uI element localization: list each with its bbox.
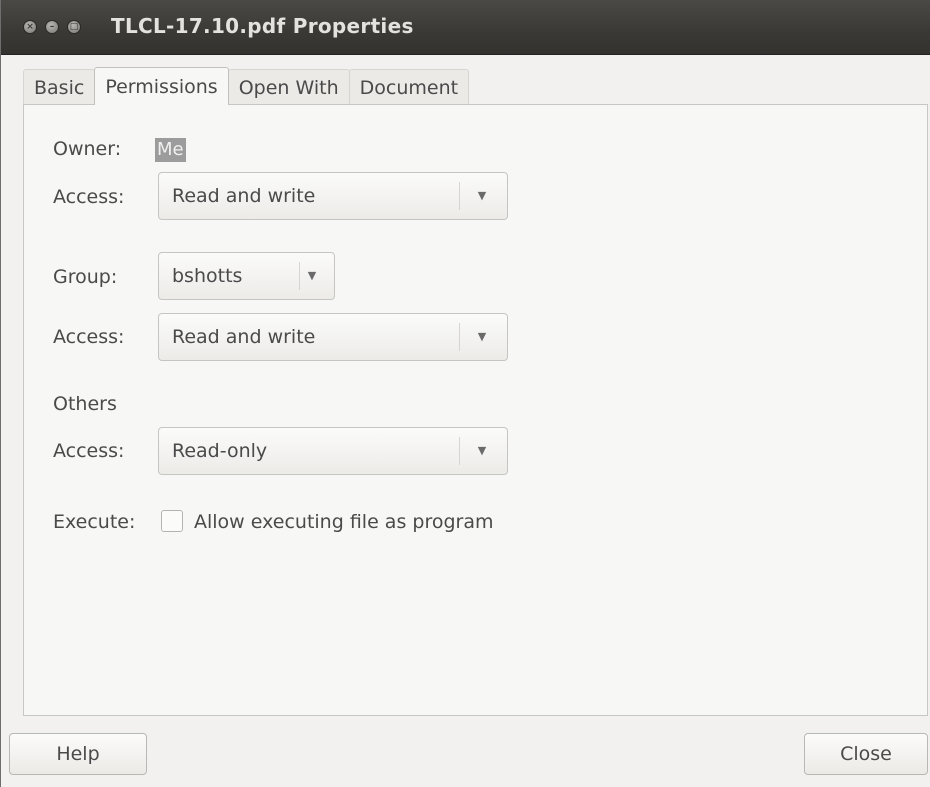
maximize-icon: □ <box>69 22 79 32</box>
group-access-label: Access: <box>53 326 125 348</box>
others-access-value: Read-only <box>172 440 268 462</box>
owner-value[interactable]: Me <box>155 138 186 162</box>
chevron-down-icon: ▼ <box>477 189 487 202</box>
window-title: TLCL-17.10.pdf Properties <box>111 14 414 38</box>
tab-permissions[interactable]: Permissions <box>94 67 229 105</box>
chevron-down-icon: ▼ <box>477 330 487 343</box>
tab-bar: Basic Permissions Open With Document <box>23 67 470 105</box>
execute-checkbox-label[interactable]: Allow executing file as program <box>194 511 493 533</box>
combo-separator <box>459 182 460 210</box>
window-close-button[interactable]: × <box>23 20 37 34</box>
tab-basic[interactable]: Basic <box>23 69 96 105</box>
owner-access-label: Access: <box>53 186 125 208</box>
window-minimize-button[interactable]: – <box>45 20 59 34</box>
chevron-down-icon: ▼ <box>307 269 317 282</box>
combo-separator <box>459 437 460 465</box>
others-access-select[interactable]: Read-only ▼ <box>158 427 508 475</box>
combo-separator <box>299 262 300 290</box>
minimize-icon: – <box>49 22 55 32</box>
chevron-down-icon: ▼ <box>477 444 487 457</box>
help-button[interactable]: Help <box>9 733 147 775</box>
combo-separator <box>459 323 460 351</box>
others-access-label: Access: <box>53 440 125 462</box>
owner-label: Owner: <box>53 138 122 160</box>
window-maximize-button[interactable]: □ <box>67 20 81 34</box>
title-bar: × – □ TLCL-17.10.pdf Properties <box>1 0 930 55</box>
close-button[interactable]: Close <box>804 733 928 775</box>
others-label: Others <box>53 393 117 415</box>
group-select[interactable]: bshotts ▼ <box>158 252 335 300</box>
group-access-select[interactable]: Read and write ▼ <box>158 313 508 361</box>
owner-access-select[interactable]: Read and write ▼ <box>158 172 508 220</box>
execute-label: Execute: <box>53 511 136 533</box>
owner-access-value: Read and write <box>172 185 316 207</box>
group-access-value: Read and write <box>172 326 316 348</box>
group-label: Group: <box>53 266 118 288</box>
close-icon: × <box>26 22 34 32</box>
group-value: bshotts <box>172 265 243 287</box>
tab-document[interactable]: Document <box>348 69 470 105</box>
properties-dialog: × – □ TLCL-17.10.pdf Properties Basic Pe… <box>0 0 930 787</box>
tab-open-with[interactable]: Open With <box>227 69 350 105</box>
execute-checkbox[interactable] <box>161 510 183 532</box>
